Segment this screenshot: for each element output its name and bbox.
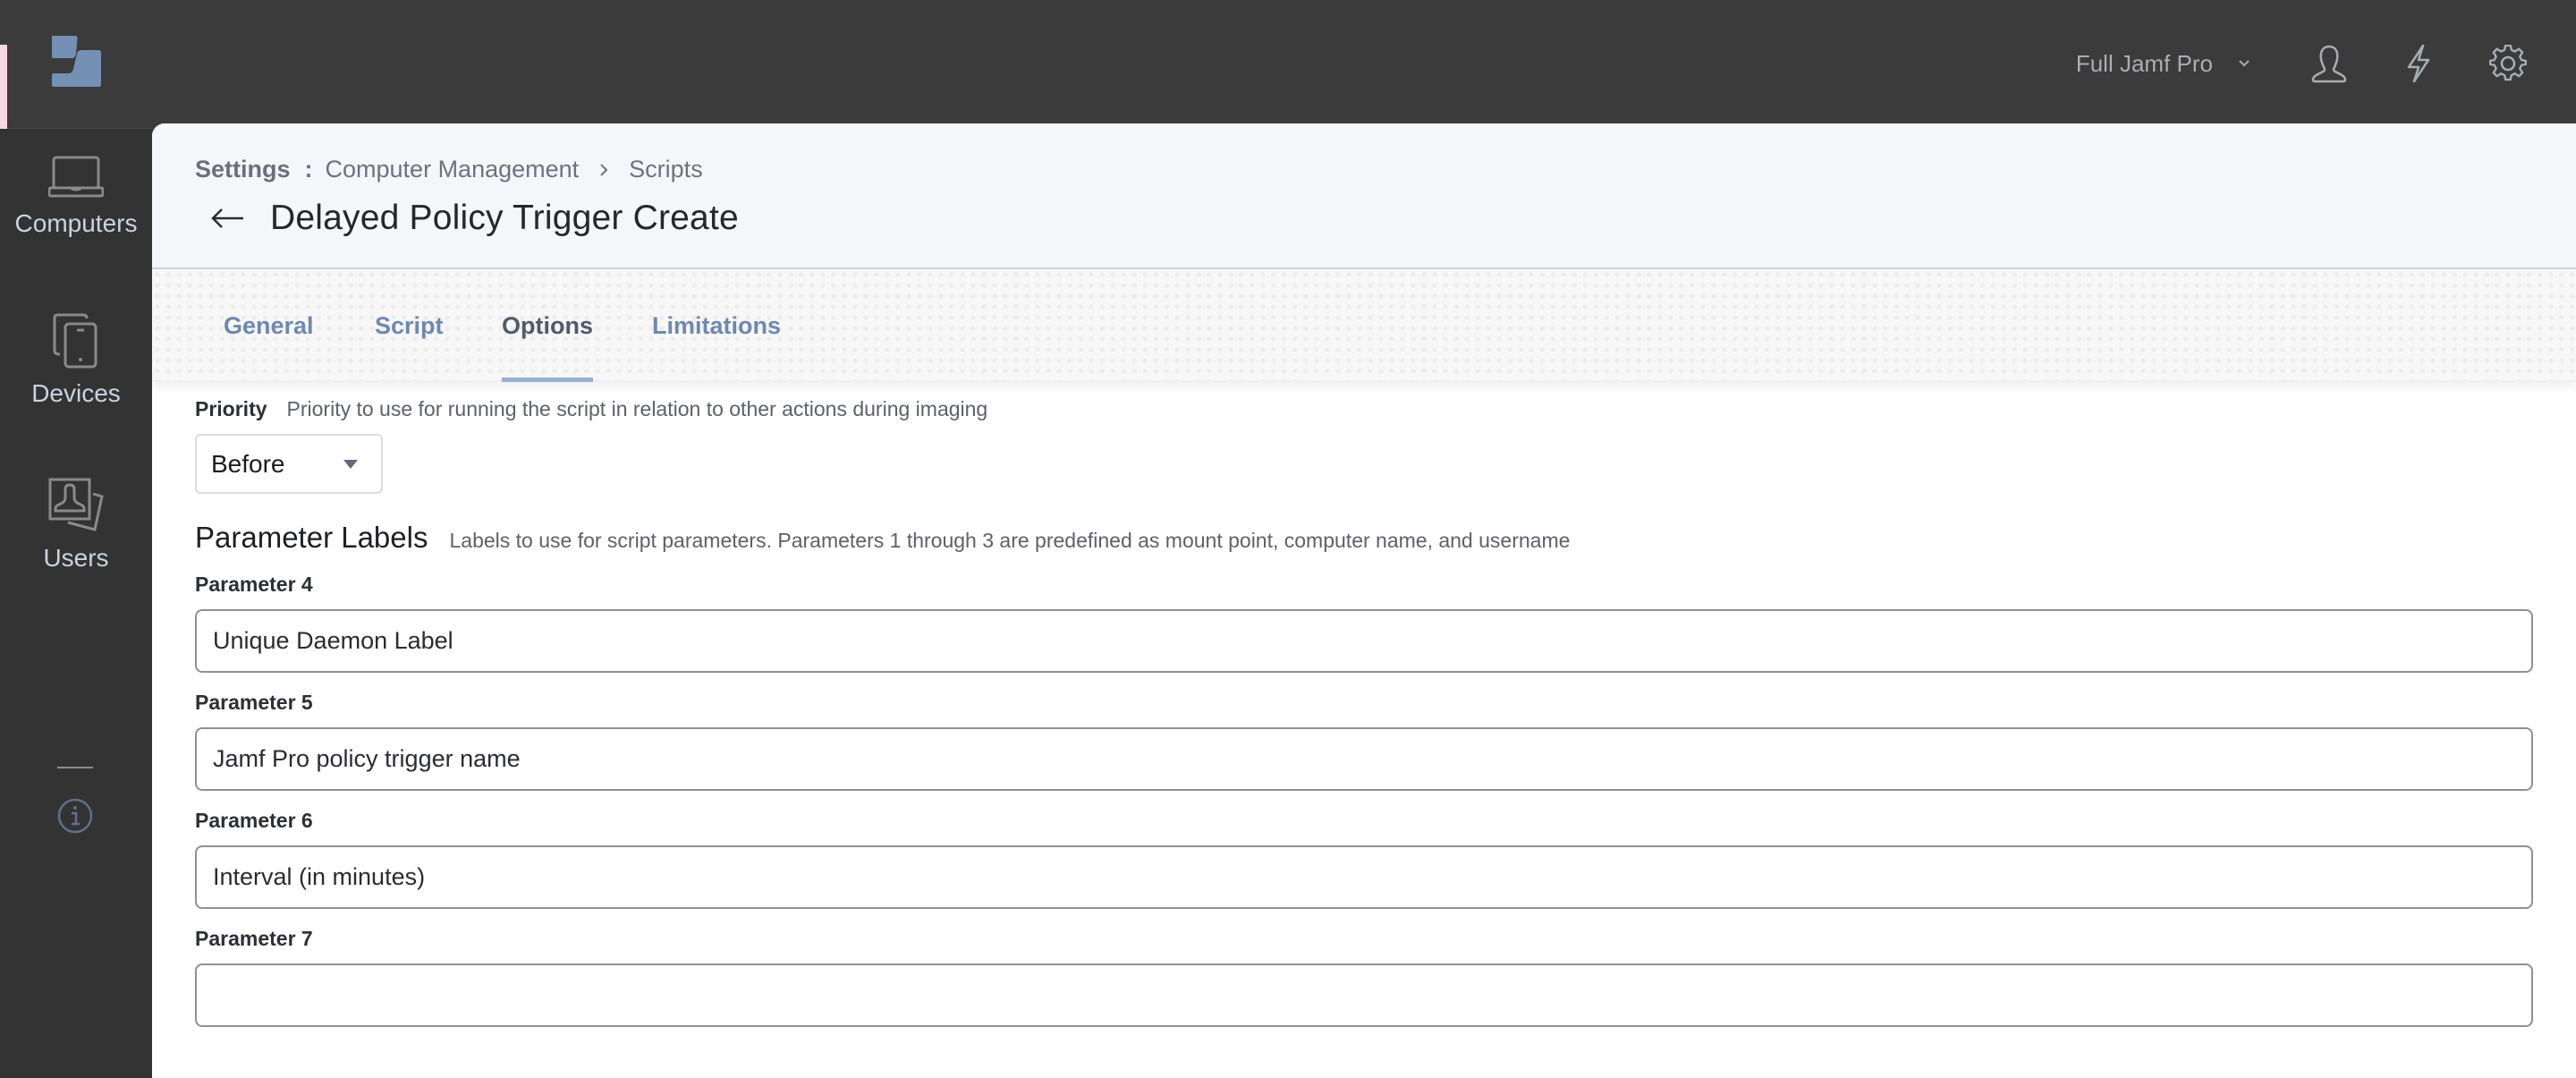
breadcrumb-settings[interactable]: Settings [195,156,291,183]
settings-gear-icon[interactable] [2487,42,2529,85]
tab-bar: General Script Options Limitations [152,269,2576,382]
account-icon[interactable] [2308,42,2351,85]
laptop-icon [48,156,104,198]
page-title: Delayed Policy Trigger Create [270,199,739,237]
active-indicator [0,45,7,137]
info-icon[interactable] [57,798,93,834]
parameter-7-input[interactable] [195,963,2533,1027]
notifications-bolt-icon[interactable] [2397,42,2440,85]
breadcrumb-scripts[interactable]: Scripts [629,156,703,183]
tab-script[interactable]: Script [375,269,444,382]
parameter-5-label: Parameter 5 [195,691,313,714]
parameter-7-label: Parameter 7 [195,927,313,950]
back-arrow-icon[interactable] [209,205,245,232]
sidebar-item-users[interactable]: Users [0,478,152,573]
environment-switcher[interactable]: Full Jamf Pro [2076,50,2250,78]
tab-limitations[interactable]: Limitations [652,269,781,382]
sidebar-item-computers[interactable]: Computers [0,156,152,238]
environment-label: Full Jamf Pro [2075,49,2213,77]
page-header: Settings : Computer Management Scripts D… [152,123,2576,269]
parameter-4-label: Parameter 4 [195,573,313,596]
chevron-down-icon [2239,60,2250,67]
priority-label: Priority [195,397,267,420]
parameter-6-field: Parameter 6 [195,809,2533,909]
breadcrumb-computer-management[interactable]: Computer Management [326,156,580,183]
users-icon [48,478,104,531]
sidebar-divider [57,767,93,768]
sidebar: Computers Devices Users [0,129,152,1078]
sidebar-item-label: Users [43,544,109,572]
parameter-6-input[interactable] [195,845,2533,909]
sidebar-item-devices[interactable]: Devices [0,313,152,408]
mobile-devices-icon [53,313,97,369]
main-content: Settings : Computer Management Scripts D… [152,123,2576,1078]
parameter-labels-description: Labels to use for script parameters. Par… [449,529,1571,552]
parameter-5-field: Parameter 5 [195,691,2533,791]
priority-help-text: Priority to use for running the script i… [286,397,988,420]
tab-options[interactable]: Options [502,269,593,382]
parameter-labels-heading: Parameter Labels [195,521,428,554]
jamf-logo-icon[interactable] [50,34,102,88]
parameter-6-label: Parameter 6 [195,809,313,832]
sidebar-item-label: Computers [14,209,138,237]
parameter-7-field: Parameter 7 [195,927,2533,1027]
breadcrumb-colon: : [304,156,313,182]
parameter-4-field: Parameter 4 [195,573,2533,673]
parameter-5-input[interactable] [195,727,2533,791]
options-form: Priority Priority to use for running the… [195,397,2533,1027]
priority-selected-value: Before [211,449,285,478]
parameter-4-input[interactable] [195,609,2533,673]
caret-down-icon [343,459,358,469]
top-bar: Full Jamf Pro [0,0,2576,137]
priority-select[interactable]: Before [195,434,383,494]
sidebar-item-label: Devices [31,379,121,407]
tab-general[interactable]: General [224,269,314,382]
breadcrumb: Settings : Computer Management Scripts [195,156,703,183]
chevron-right-icon [600,163,608,176]
